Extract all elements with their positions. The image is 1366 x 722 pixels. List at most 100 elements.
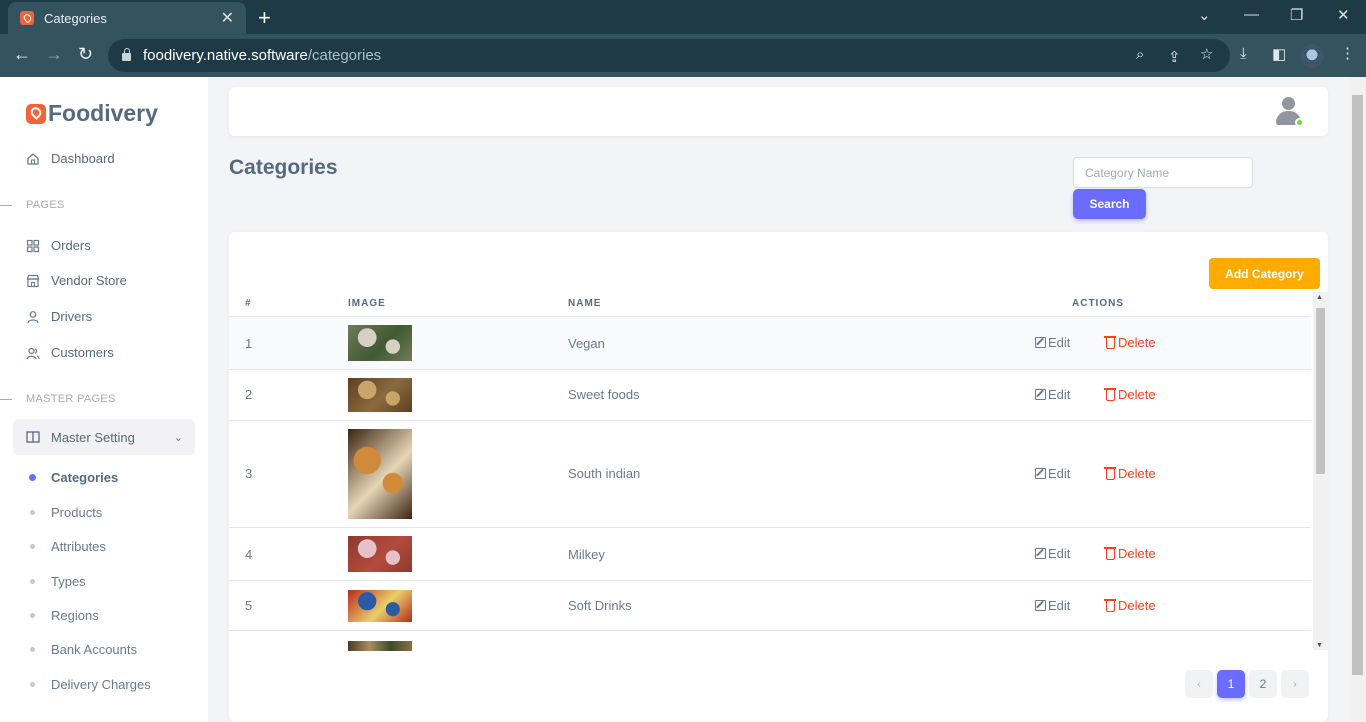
scroll-up-icon[interactable]: ▲ xyxy=(1316,294,1323,301)
user-icon xyxy=(27,310,39,323)
delete-button[interactable]: Delete xyxy=(1104,387,1156,402)
scroll-down-icon[interactable]: ▼ xyxy=(1316,642,1323,649)
new-tab-icon[interactable]: + xyxy=(258,5,271,31)
download-icon[interactable]: ⤓ xyxy=(1240,45,1247,62)
side-panel-icon[interactable]: ◧ xyxy=(1272,45,1286,63)
sidebar-item-dashboard[interactable]: Dashboard xyxy=(26,151,115,166)
bullet-icon xyxy=(30,544,35,549)
page-scroll-thumb[interactable] xyxy=(1352,95,1363,675)
trash-icon xyxy=(1104,547,1116,560)
browser-tab[interactable]: Categories ✕ xyxy=(8,2,246,34)
sidebar-subitem-categories[interactable]: Categories xyxy=(29,470,118,485)
bullet-icon xyxy=(30,682,35,687)
bookmark-star-icon[interactable]: ☆ xyxy=(1200,45,1213,63)
sidebar-item-master-setting[interactable]: Master Setting ⌄ xyxy=(13,419,195,455)
edit-icon xyxy=(1035,337,1046,348)
table-row: 5 Soft Drinks Edit Delete xyxy=(229,581,1311,631)
reload-icon[interactable]: ↻ xyxy=(78,44,93,65)
column-header-image: IMAGE xyxy=(348,298,386,309)
zoom-icon[interactable]: ⌕ xyxy=(1136,46,1144,63)
profile-avatar-icon[interactable] xyxy=(1300,44,1324,68)
table-row: 4 Milkey Edit Delete xyxy=(229,528,1311,581)
page-title: Categories xyxy=(229,156,338,179)
sidebar-item-customers[interactable]: Customers xyxy=(26,345,114,360)
grid-icon xyxy=(26,239,40,252)
browser-menu-icon[interactable]: ⋮ xyxy=(1340,44,1355,62)
page-1-button[interactable]: 1 xyxy=(1217,670,1245,698)
category-name-search-input[interactable] xyxy=(1073,157,1253,188)
row-number: 3 xyxy=(245,466,253,481)
sidebar-item-drivers[interactable]: Drivers xyxy=(26,309,92,324)
trash-icon xyxy=(1104,467,1116,480)
edit-button[interactable]: Edit xyxy=(1035,387,1070,402)
scroll-thumb[interactable] xyxy=(1316,308,1325,474)
edit-icon xyxy=(1035,548,1046,559)
category-image xyxy=(348,429,412,519)
table-row: 1 Vegan Edit Delete xyxy=(229,317,1311,370)
trash-icon xyxy=(1104,599,1116,612)
category-name: Vegan xyxy=(568,336,605,351)
row-number: 2 xyxy=(245,387,253,402)
table-body: 1 Vegan Edit Delete 2 Sweet foods Edit D… xyxy=(229,316,1311,651)
sidebar-item-orders[interactable]: Orders xyxy=(26,238,91,253)
sidebar-subitem-bank-accounts[interactable]: Bank Accounts xyxy=(30,642,137,657)
minimize-icon[interactable]: — xyxy=(1244,6,1259,23)
row-number: 4 xyxy=(245,547,253,562)
edit-button[interactable]: Edit xyxy=(1035,466,1070,481)
delete-button[interactable]: Delete xyxy=(1104,335,1156,350)
forward-icon[interactable]: → xyxy=(45,44,63,65)
url-field[interactable]: foodivery.native.software/categories xyxy=(108,39,1230,72)
category-name: Milkey xyxy=(568,547,605,562)
sidebar-item-label: Drivers xyxy=(51,309,93,324)
top-navbar xyxy=(229,87,1328,136)
lock-icon[interactable] xyxy=(122,47,131,61)
sidebar-item-label: Customers xyxy=(51,345,114,360)
tab-close-icon[interactable]: ✕ xyxy=(221,8,234,28)
sidebar-subitem-products[interactable]: Products xyxy=(30,505,102,520)
edit-button[interactable]: Edit xyxy=(1035,546,1070,561)
sidebar-subitem-types[interactable]: Types xyxy=(30,574,86,589)
edit-button[interactable]: Edit xyxy=(1035,598,1070,613)
brand-logo[interactable]: Foodivery xyxy=(26,100,158,127)
back-icon[interactable]: ← xyxy=(13,44,31,65)
user-avatar[interactable] xyxy=(1274,97,1304,127)
delete-button[interactable]: Delete xyxy=(1104,466,1156,481)
users-icon xyxy=(26,347,40,359)
table-scrollbar[interactable]: ▲ ▼ xyxy=(1313,292,1328,650)
tab-search-chevron-icon[interactable]: ⌄ xyxy=(1198,6,1211,24)
page-2-button[interactable]: 2 xyxy=(1249,670,1277,698)
sidebar-subitem-attributes[interactable]: Attributes xyxy=(30,539,106,554)
next-page-button[interactable]: › xyxy=(1281,670,1309,698)
category-name: Soft Drinks xyxy=(568,598,632,613)
pagination: ‹ 1 2 › xyxy=(1185,670,1309,698)
page-scrollbar[interactable] xyxy=(1349,77,1366,722)
window-close-icon[interactable]: ✕ xyxy=(1337,6,1350,24)
column-header-name: NAME xyxy=(568,298,602,309)
restore-icon[interactable]: ❐ xyxy=(1290,6,1303,24)
avatar-head xyxy=(1282,97,1295,110)
sidebar-item-label: Vendor Store xyxy=(51,273,127,288)
edit-icon xyxy=(1035,600,1046,611)
prev-page-button[interactable]: ‹ xyxy=(1185,670,1213,698)
home-icon xyxy=(27,152,39,165)
delete-button[interactable]: Delete xyxy=(1104,546,1156,561)
sidebar: Foodivery Dashboard PAGES Orders Vendor … xyxy=(0,77,208,722)
url-path: /categories xyxy=(307,47,382,64)
search-button[interactable]: Search xyxy=(1073,189,1146,219)
categories-card: Add Category # IMAGE NAME ACTIONS 1 Vega… xyxy=(229,232,1328,722)
sidebar-subitem-delivery-charges[interactable]: Delivery Charges xyxy=(30,677,151,692)
sidebar-subitem-regions[interactable]: Regions xyxy=(30,608,99,623)
column-header-number: # xyxy=(245,298,252,309)
add-category-button[interactable]: Add Category xyxy=(1209,258,1320,289)
share-icon[interactable]: ⇪ xyxy=(1168,48,1181,66)
bullet-icon xyxy=(30,510,35,515)
sidebar-item-label: Orders xyxy=(51,238,91,253)
edit-button[interactable]: Edit xyxy=(1035,335,1070,350)
sidebar-item-vendor-store[interactable]: Vendor Store xyxy=(26,273,127,288)
browser-titlebar: Categories ✕ + ⌄ — ❐ ✕ xyxy=(0,0,1366,34)
active-dot-icon xyxy=(29,474,36,481)
category-image-partial xyxy=(348,641,412,651)
delete-button[interactable]: Delete xyxy=(1104,598,1156,613)
url-domain: foodivery.native.software xyxy=(143,47,308,64)
book-icon xyxy=(26,431,40,443)
